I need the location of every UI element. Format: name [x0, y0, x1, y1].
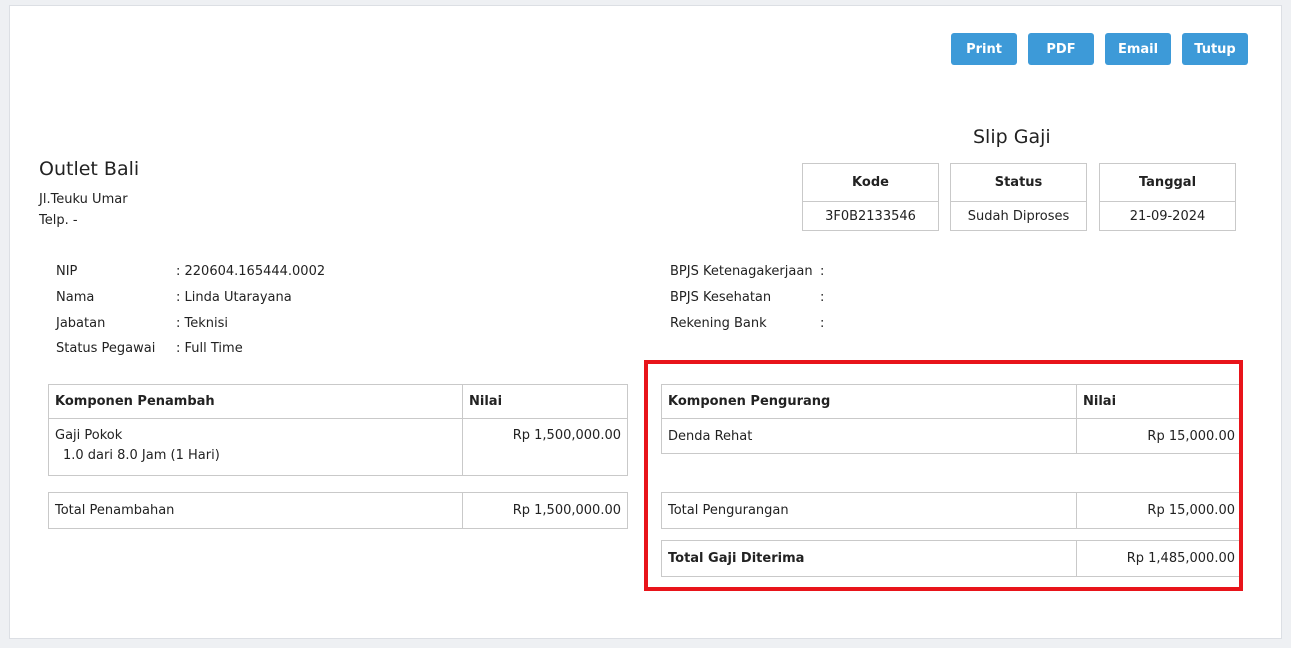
total-pengurangan-value: Rp 15,000.00 [1076, 492, 1242, 529]
total-pengurangan-label: Total Pengurangan [661, 492, 1077, 529]
status-pegawai-value: : Full Time [176, 341, 243, 356]
outlet-name: Outlet Bali [39, 158, 140, 180]
kode-box: Kode 3F0B2133546 [802, 163, 939, 231]
bpjs-kes-label: BPJS Kesehatan [670, 290, 772, 305]
outlet-phone: Telp. - [39, 213, 78, 228]
status-label: Status [951, 164, 1086, 202]
total-penambahan-label: Total Penambahan [48, 492, 463, 529]
nama-value: : Linda Utarayana [176, 290, 292, 305]
table-row: Denda Rehat Rp 15,000.00 [661, 418, 1242, 454]
total-gaji-value: Rp 1,485,000.00 [1076, 540, 1242, 577]
status-box: Status Sudah Diproses [950, 163, 1087, 231]
kode-label: Kode [803, 164, 938, 202]
close-button[interactable]: Tutup [1182, 33, 1248, 65]
jabatan-value: : Teknisi [176, 316, 229, 331]
net-salary-table: Total Gaji Diterima Rp 1,485,000.00 [661, 540, 1242, 577]
nama-label: Nama [56, 290, 95, 305]
rekening-value: : [820, 316, 825, 331]
pengurang-header-komponen: Komponen Pengurang [661, 384, 1077, 419]
pengurang-item-value: Rp 15,000.00 [1076, 418, 1242, 454]
tanggal-box: Tanggal 21-09-2024 [1099, 163, 1236, 231]
total-gaji-label: Total Gaji Diterima [661, 540, 1077, 577]
pengurang-total-table: Total Pengurangan Rp 15,000.00 [661, 492, 1242, 529]
pengurang-item-name: Denda Rehat [661, 418, 1077, 454]
status-pegawai-label: Status Pegawai [56, 341, 156, 356]
pengurang-table: Komponen Pengurang Nilai Denda Rehat Rp … [661, 384, 1242, 454]
penambah-header-nilai: Nilai [462, 384, 628, 419]
bpjs-tk-value: : [820, 264, 825, 279]
tanggal-label: Tanggal [1100, 164, 1235, 202]
page-title: Slip Gaji [973, 126, 1051, 148]
penambah-total-table: Total Penambahan Rp 1,500,000.00 [48, 492, 628, 529]
print-button[interactable]: Print [951, 33, 1017, 65]
pdf-button[interactable]: PDF [1028, 33, 1094, 65]
nip-value: : 220604.165444.0002 [176, 264, 326, 279]
outlet-address: Jl.Teuku Umar [39, 192, 128, 207]
status-value: Sudah Diproses [967, 209, 1070, 224]
penambah-item-value: Rp 1,500,000.00 [462, 418, 628, 476]
penambah-item-detail: 1.0 dari 8.0 Jam (1 Hari) [63, 448, 220, 463]
tanggal-value: 21-09-2024 [1129, 209, 1206, 224]
bpjs-tk-label: BPJS Ketenagakerjaan [670, 264, 813, 279]
penambah-item-name: Gaji Pokok [55, 428, 123, 443]
pengurang-header-nilai: Nilai [1076, 384, 1242, 419]
nip-label: NIP [56, 264, 78, 279]
email-button[interactable]: Email [1105, 33, 1171, 65]
table-row: Gaji Pokok 1.0 dari 8.0 Jam (1 Hari) Rp … [48, 418, 628, 476]
rekening-label: Rekening Bank [670, 316, 767, 331]
penambah-table: Komponen Penambah Nilai Gaji Pokok 1.0 d… [48, 384, 628, 476]
jabatan-label: Jabatan [56, 316, 106, 331]
penambah-header-komponen: Komponen Penambah [48, 384, 463, 419]
bpjs-kes-value: : [820, 290, 825, 305]
total-penambahan-value: Rp 1,500,000.00 [462, 492, 628, 529]
kode-value: 3F0B2133546 [825, 209, 916, 224]
